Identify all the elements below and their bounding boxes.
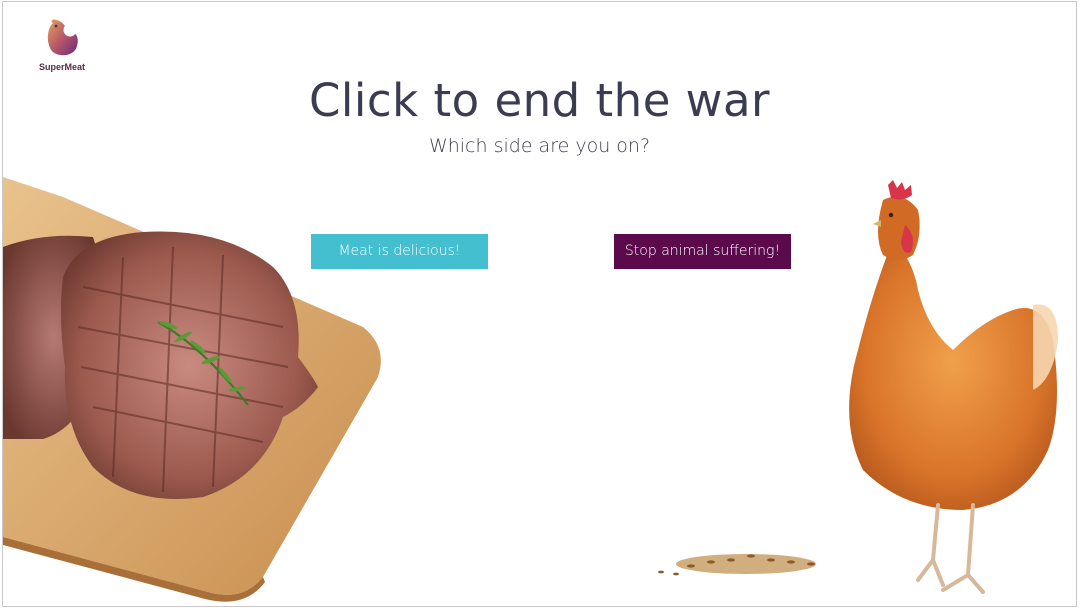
steak-image	[3, 177, 381, 602]
stop-animal-suffering-button[interactable]: Stop animal suffering!	[614, 234, 791, 269]
page-title: Click to end the war	[308, 74, 771, 127]
page-subtitle: Which side are you on?	[428, 135, 651, 157]
chicken-logo-icon	[47, 19, 78, 56]
brand-logo[interactable]: SuperMeat	[31, 16, 93, 72]
page-frame: SuperMeat Click to end the war Which sid…	[2, 1, 1077, 607]
grain-seeds-image	[658, 554, 816, 576]
brand-name: SuperMeat	[38, 62, 85, 72]
hen-image	[849, 180, 1058, 594]
